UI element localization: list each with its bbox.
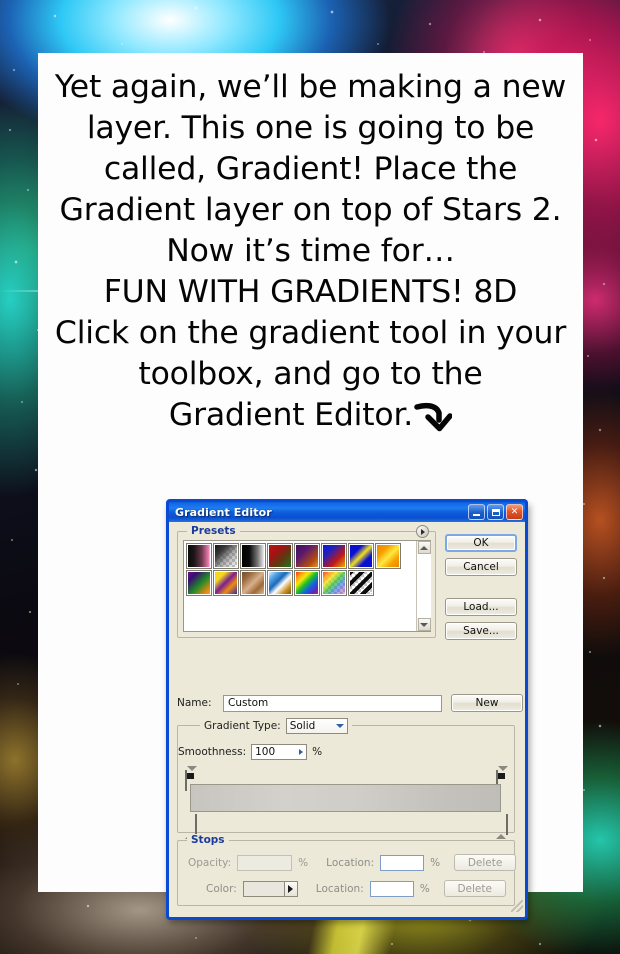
opacity-unit: % — [298, 856, 309, 869]
delete-color-stop-button[interactable]: Delete — [443, 880, 506, 897]
opacity-stop-left[interactable] — [185, 766, 197, 791]
presets-menu-arrow-icon[interactable] — [416, 525, 429, 538]
preset-swatch-foreground-to-transparent[interactable] — [213, 543, 239, 569]
preset-swatch-violet-orange[interactable] — [294, 543, 320, 569]
caption-line: Gradient layer on top of Stars 2. — [59, 192, 562, 228]
preset-swatch-fill — [322, 571, 346, 595]
save-button[interactable]: Save... — [445, 622, 517, 640]
chevron-down-icon — [335, 724, 344, 728]
color-swatch[interactable] — [242, 880, 285, 897]
preset-swatch-blue-yellow-blue[interactable] — [348, 543, 374, 569]
presets-list[interactable] — [183, 540, 431, 632]
gradient-type-group: Gradient Type: Solid Smoothness: 100 % — [177, 718, 515, 769]
smoothness-input[interactable]: 100 — [251, 744, 308, 760]
caption-line: called, Gradient! Place the — [103, 151, 518, 187]
presets-group: Presets — [177, 525, 436, 638]
opacity-label: Opacity: — [188, 856, 232, 869]
gradient-bar-area — [177, 766, 515, 839]
screenshot-root: Yet again, we’ll be making a new layer. … — [0, 0, 620, 954]
opacity-input[interactable] — [237, 854, 293, 871]
color-stop-left[interactable] — [185, 814, 197, 839]
preset-swatch-spectrum[interactable] — [294, 570, 320, 596]
stops-legend: Stops — [187, 834, 229, 846]
caption-line: FUN WITH GRADIENTS! 8D — [103, 274, 518, 310]
scrollbar-track[interactable] — [417, 554, 431, 618]
smoothness-label: Smoothness: — [178, 746, 247, 758]
caption-line-text: Gradient Editor. — [168, 397, 414, 433]
opacity-stop-row: Opacity: % Location: % Delete — [188, 854, 517, 871]
location-unit-1: % — [430, 856, 441, 869]
name-label: Name: — [177, 697, 212, 709]
name-input[interactable]: Custom — [223, 694, 442, 712]
preset-swatch-blue-red-yellow[interactable] — [321, 543, 347, 569]
preset-swatch-black-white[interactable] — [240, 543, 266, 569]
color-picker-arrow-icon[interactable] — [284, 880, 298, 897]
minimize-button[interactable] — [468, 504, 485, 520]
presets-legend: Presets — [187, 525, 240, 537]
gradient-editor-dialog[interactable]: Gradient Editor ✕ Presets OK Cancel Load… — [166, 499, 528, 920]
caption-line: toolbox, and go to the — [138, 356, 483, 392]
new-button[interactable]: New — [451, 694, 523, 712]
preset-swatch-black-pink[interactable] — [186, 543, 212, 569]
preset-swatch-chrome[interactable] — [267, 570, 293, 596]
color-label: Color: — [206, 882, 237, 895]
preset-swatch-fill — [349, 571, 373, 595]
caption-line: layer. This one is going to be — [86, 110, 535, 146]
dialog-title: Gradient Editor — [175, 505, 272, 519]
window-controls: ✕ — [468, 504, 523, 520]
preset-swatch-fill — [214, 544, 238, 568]
scroll-up-button[interactable] — [417, 541, 431, 554]
preset-swatch-transparent-rainbow[interactable] — [321, 570, 347, 596]
ok-button[interactable]: OK — [445, 534, 517, 552]
preset-swatch-red-green[interactable] — [267, 543, 293, 569]
maximize-button[interactable] — [487, 504, 504, 520]
load-button[interactable]: Load... — [445, 598, 517, 616]
gradient-preview-bar[interactable] — [190, 784, 501, 812]
presets-swatch-grid — [184, 541, 416, 631]
dialog-button-column: OK Cancel Load... Save... — [445, 534, 517, 640]
caption-line-with-arrow: Gradient Editor. — [48, 395, 573, 443]
scroll-down-button[interactable] — [417, 618, 431, 631]
stops-group: Stops Opacity: % Location: % Delete Colo… — [177, 834, 517, 906]
dialog-titlebar[interactable]: Gradient Editor ✕ — [166, 499, 528, 522]
smoothness-unit: % — [312, 746, 323, 758]
location-input-1[interactable] — [380, 854, 425, 871]
gradient-type-label: Gradient Type: — [204, 720, 281, 732]
preset-swatch-yellow-violet-orange-blue[interactable] — [213, 570, 239, 596]
gradient-type-value: Solid — [289, 720, 316, 732]
color-stop-row: Color: Location: % Delete — [188, 880, 506, 897]
spinner-arrow-icon[interactable] — [299, 749, 304, 755]
preset-swatch-orange-yellow-orange[interactable] — [375, 543, 401, 569]
gradient-type-row: Gradient Type: Solid — [200, 718, 352, 734]
preset-swatch-copper[interactable] — [240, 570, 266, 596]
name-row: Name: Custom New — [177, 694, 523, 712]
caption-line: Click on the gradient tool in your — [54, 315, 567, 351]
delete-opacity-stop-button[interactable]: Delete — [454, 854, 517, 871]
smoothness-value: 100 — [255, 746, 276, 758]
caption-line: Now it’s time for… — [166, 233, 455, 269]
opacity-stop-right[interactable] — [496, 766, 508, 791]
preset-swatch-transparent-stripes[interactable] — [348, 570, 374, 596]
caption-line: Yet again, we’ll be making a new — [54, 69, 567, 105]
resize-grip-icon[interactable] — [511, 900, 523, 912]
location-label-1: Location: — [326, 856, 375, 869]
location-unit-2: % — [419, 882, 430, 895]
preset-swatch-violet-green-orange[interactable] — [186, 570, 212, 596]
instruction-text: Yet again, we’ll be making a new layer. … — [38, 53, 583, 443]
curved-down-arrow-icon — [414, 400, 453, 443]
smoothness-row: Smoothness: 100 % — [178, 744, 322, 760]
dialog-body: Presets OK Cancel Load... Save... Name: … — [169, 522, 525, 914]
gradient-type-select[interactable]: Solid — [285, 718, 348, 734]
cancel-button[interactable]: Cancel — [445, 558, 517, 576]
color-stop-right[interactable] — [496, 814, 508, 839]
presets-scrollbar[interactable] — [416, 541, 431, 631]
tutorial-card: Yet again, we’ll be making a new layer. … — [38, 53, 583, 920]
location-label-2: Location: — [315, 882, 364, 895]
location-input-2[interactable] — [369, 880, 414, 897]
close-button[interactable]: ✕ — [506, 504, 523, 520]
